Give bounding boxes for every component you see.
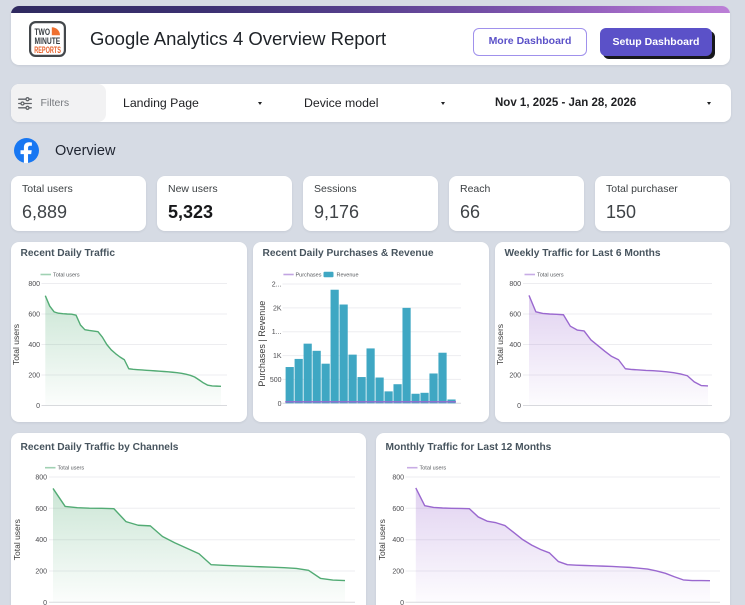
svg-text:400: 400 bbox=[35, 537, 47, 544]
svg-text:800: 800 bbox=[509, 281, 521, 288]
svg-text:2K: 2K bbox=[273, 305, 282, 312]
svg-text:800: 800 bbox=[28, 281, 40, 288]
svg-text:Total users: Total users bbox=[12, 519, 22, 560]
svg-text:0: 0 bbox=[36, 403, 40, 410]
svg-text:Total users: Total users bbox=[377, 519, 387, 560]
svg-text:0: 0 bbox=[43, 600, 47, 605]
svg-text:0: 0 bbox=[517, 403, 521, 410]
svg-text:600: 600 bbox=[35, 506, 47, 513]
svg-text:400: 400 bbox=[28, 342, 40, 349]
svg-text:Total users: Total users bbox=[495, 324, 505, 365]
svg-text:800: 800 bbox=[392, 475, 404, 482]
svg-text:Revenue: Revenue bbox=[337, 273, 359, 279]
svg-text:200: 200 bbox=[35, 569, 47, 576]
svg-text:Total users: Total users bbox=[537, 273, 564, 279]
svg-text:1K: 1K bbox=[273, 353, 282, 360]
svg-text:Purchases: Purchases bbox=[296, 273, 322, 279]
svg-text:400: 400 bbox=[509, 342, 521, 349]
svg-text:Total users: Total users bbox=[58, 466, 85, 472]
svg-text:0: 0 bbox=[278, 401, 282, 408]
svg-text:Total users: Total users bbox=[420, 466, 447, 472]
svg-text:600: 600 bbox=[28, 312, 40, 319]
svg-text:200: 200 bbox=[509, 373, 521, 380]
svg-text:0: 0 bbox=[400, 600, 404, 605]
svg-text:Total users: Total users bbox=[53, 273, 80, 279]
svg-text:600: 600 bbox=[509, 312, 521, 319]
svg-text:800: 800 bbox=[35, 475, 47, 482]
svg-text:2...: 2... bbox=[272, 282, 282, 289]
svg-text:400: 400 bbox=[392, 537, 404, 544]
svg-text:200: 200 bbox=[28, 373, 40, 380]
svg-text:Total users: Total users bbox=[11, 324, 21, 365]
svg-text:600: 600 bbox=[392, 506, 404, 513]
svg-text:Purchases | Revenue: Purchases | Revenue bbox=[257, 301, 267, 387]
svg-text:500: 500 bbox=[270, 377, 282, 384]
svg-text:200: 200 bbox=[392, 569, 404, 576]
svg-text:1...: 1... bbox=[272, 329, 282, 336]
svg-text:REPORTS: REPORTS bbox=[34, 45, 61, 55]
